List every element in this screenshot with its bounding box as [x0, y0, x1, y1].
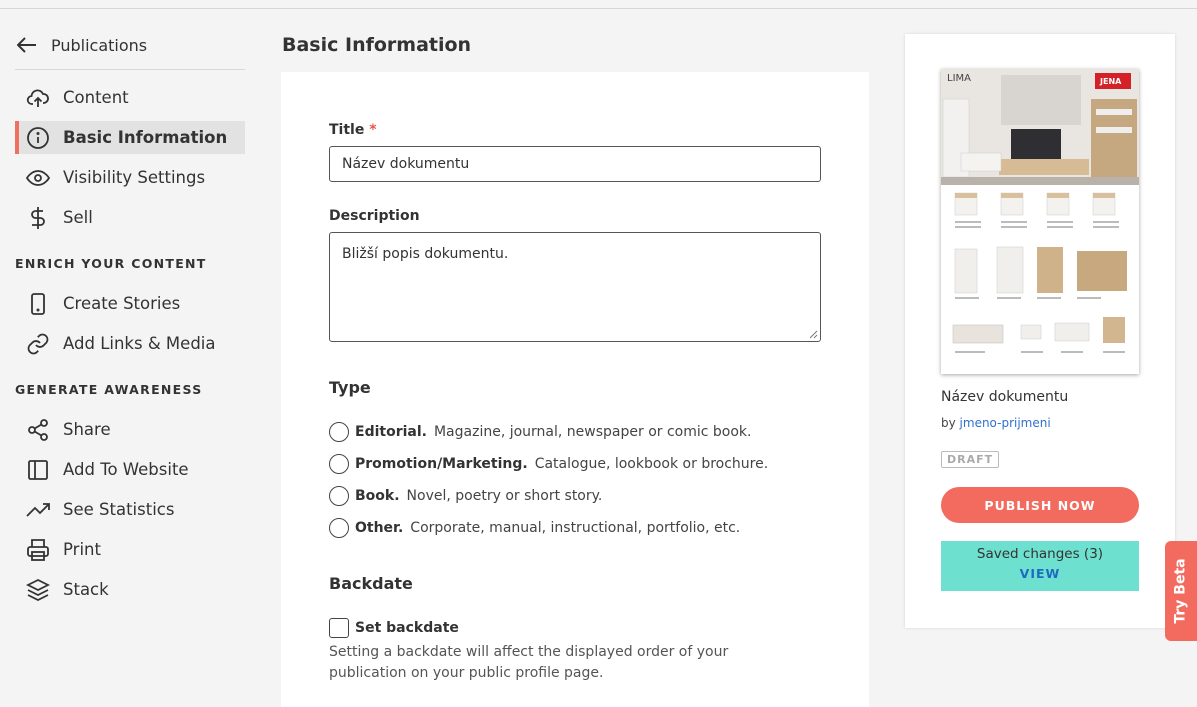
backdate-checkbox-label: Set backdate	[355, 620, 459, 636]
radio-button[interactable]	[329, 454, 349, 474]
type-option-name: Other.	[355, 520, 404, 536]
sidebar-item-label: See Statistics	[63, 500, 175, 519]
sidebar-item-stack[interactable]: Stack	[15, 573, 245, 606]
type-option-desc: Corporate, manual, instructional, portfo…	[410, 520, 741, 536]
saved-changes-box: Saved changes (3) VIEW	[941, 541, 1139, 591]
preview-document-title: Název dokumentu	[941, 389, 1069, 405]
phone-icon	[25, 291, 51, 317]
arrow-left-icon	[17, 37, 36, 53]
type-option-desc: Magazine, journal, newspaper or comic bo…	[433, 424, 752, 440]
sidebar-item-label: Share	[63, 420, 111, 439]
cloud-upload-icon	[25, 85, 51, 111]
dollar-icon	[25, 205, 51, 231]
resize-handle-icon[interactable]	[809, 330, 818, 339]
back-to-publications[interactable]: Publications	[15, 30, 245, 60]
required-mark: *	[369, 122, 377, 138]
document-cover-thumbnail[interactable]: JENA LIMA	[941, 69, 1139, 374]
sidebar-item-sell[interactable]: Sell	[15, 201, 245, 234]
title-label-text: Title	[329, 122, 365, 138]
status-badge: DRAFT	[941, 451, 1000, 468]
preview-author-line: by jmeno-prijmeni	[941, 416, 1051, 430]
author-link[interactable]: jmeno-prijmeni	[960, 416, 1051, 430]
view-changes-link[interactable]: VIEW	[941, 566, 1139, 581]
by-prefix: by	[941, 416, 956, 430]
type-option-other[interactable]: Other. Corporate, manual, instructional,…	[329, 518, 740, 538]
title-input[interactable]: Název dokumentu	[329, 146, 821, 182]
sidebar-item-add-to-website[interactable]: Add To Website	[15, 453, 245, 486]
saved-changes-text: Saved changes (3)	[976, 546, 1104, 562]
top-divider	[0, 8, 1197, 9]
section-heading-awareness: GENERATE AWARENESS	[15, 382, 203, 397]
sidebar-item-label: Content	[63, 88, 129, 107]
radio-button[interactable]	[329, 518, 349, 538]
sidebar-item-add-links-media[interactable]: Add Links & Media	[15, 327, 245, 360]
back-label: Publications	[51, 35, 148, 55]
sidebar-item-label: Create Stories	[63, 294, 181, 313]
type-option-editorial[interactable]: Editorial. Magazine, journal, newspaper …	[329, 422, 751, 442]
type-option-name: Book.	[355, 488, 400, 504]
sidebar-item-create-stories[interactable]: Create Stories	[15, 287, 245, 320]
sidebar-item-label: Stack	[63, 580, 109, 599]
backdate-checkbox[interactable]	[329, 618, 349, 638]
info-icon	[25, 125, 51, 151]
sidebar-item-label: Visibility Settings	[63, 168, 206, 187]
type-option-desc: Catalogue, lookbook or brochure.	[534, 456, 769, 472]
link-icon	[25, 331, 51, 357]
sidebar-item-share[interactable]: Share	[15, 413, 245, 446]
backdate-heading: Backdate	[329, 574, 413, 593]
eye-icon	[25, 165, 51, 191]
page-title: Basic Information	[282, 34, 472, 56]
sidebar-item-label: Add Links & Media	[63, 334, 216, 353]
sidebar-item-label: Basic Information	[63, 128, 228, 147]
sidebar-item-basic-information[interactable]: Basic Information	[15, 121, 245, 154]
catalogue-cover-image: JENA LIMA	[941, 69, 1139, 353]
sidebar-item-label: Add To Website	[63, 460, 189, 479]
embed-icon	[25, 457, 51, 483]
share-icon	[25, 417, 51, 443]
cover-brand: JENA	[1099, 77, 1122, 86]
cover-label: LIMA	[947, 73, 971, 84]
sidebar-item-label: Sell	[63, 208, 93, 227]
try-beta-tab[interactable]: Try Beta	[1165, 541, 1197, 641]
radio-button[interactable]	[329, 486, 349, 506]
radio-button[interactable]	[329, 422, 349, 442]
type-option-promotion[interactable]: Promotion/Marketing. Catalogue, lookbook…	[329, 454, 768, 474]
sidebar-item-label: Print	[63, 540, 101, 559]
description-label: Description	[329, 208, 420, 224]
sidebar-item-content[interactable]: Content	[15, 81, 245, 114]
description-textarea[interactable]: Bližší popis dokumentu.	[329, 232, 821, 342]
type-option-name: Promotion/Marketing.	[355, 456, 528, 472]
layers-icon	[25, 577, 51, 603]
type-option-book[interactable]: Book. Novel, poetry or short story.	[329, 486, 602, 506]
type-heading: Type	[329, 378, 371, 397]
sidebar: Publications Content Basic Information V…	[15, 30, 245, 613]
preview-panel: JENA LIMA Název dokumentu by jmeno-prijm…	[905, 34, 1175, 628]
try-beta-label: Try Beta	[1173, 558, 1190, 624]
description-value: Bližší popis dokumentu.	[342, 246, 509, 262]
publish-now-button[interactable]: PUBLISH NOW	[941, 487, 1139, 523]
basic-info-form: Title * Název dokumentu Description Bliž…	[281, 72, 869, 707]
sidebar-item-print[interactable]: Print	[15, 533, 245, 566]
title-label: Title *	[329, 122, 377, 138]
trend-icon	[25, 497, 51, 523]
sidebar-item-visibility-settings[interactable]: Visibility Settings	[15, 161, 245, 194]
section-heading-enrich: ENRICH YOUR CONTENT	[15, 256, 207, 271]
backdate-hint: Setting a backdate will affect the displ…	[329, 644, 729, 681]
sidebar-divider	[15, 69, 245, 70]
type-option-name: Editorial.	[355, 424, 427, 440]
sidebar-item-see-statistics[interactable]: See Statistics	[15, 493, 245, 526]
type-option-desc: Novel, poetry or short story.	[406, 488, 603, 504]
backdate-checkbox-row[interactable]: Set backdate	[329, 618, 459, 638]
printer-icon	[25, 537, 51, 563]
